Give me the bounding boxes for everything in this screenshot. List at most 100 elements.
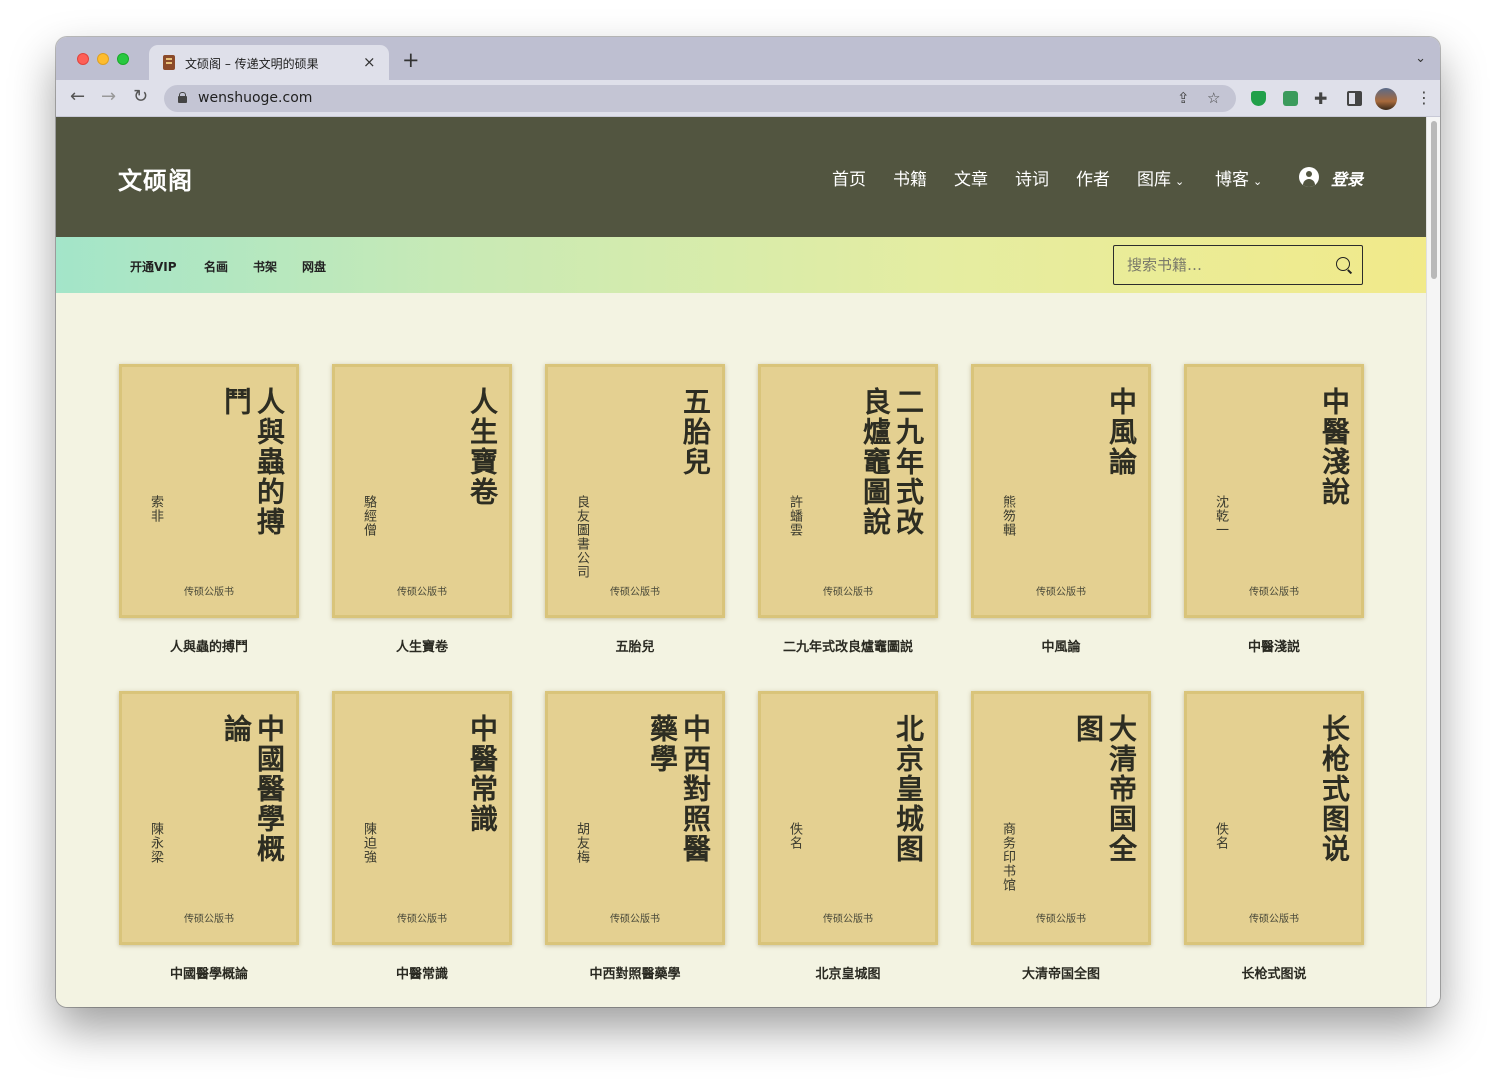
nav-home[interactable]: 首页: [832, 165, 866, 190]
book-cover[interactable]: 人生寶卷 駱經僧 传硕公版书: [332, 364, 512, 618]
cover-title: 北京皇城图: [892, 714, 925, 864]
book-title-link[interactable]: 北京皇城图: [758, 963, 938, 982]
cover-author: 熊笏輯: [1000, 495, 1015, 537]
book-cover[interactable]: 五胎兒 良友圖書公司 传硕公版书: [545, 364, 725, 618]
share-icon[interactable]: ⇪: [1177, 89, 1190, 107]
cover-publisher: 传硕公版书: [1249, 587, 1299, 598]
nav-blog-label: 博客: [1215, 170, 1249, 190]
nav-authors[interactable]: 作者: [1076, 165, 1110, 190]
book-title-link[interactable]: 五胎兒: [545, 636, 725, 655]
cover-publisher: 传硕公版书: [397, 587, 447, 598]
cover-publisher: 传硕公版书: [184, 587, 234, 598]
back-button[interactable]: ←: [70, 87, 85, 107]
cover-publisher: 传硕公版书: [397, 914, 447, 925]
cover-title: 中國醫學概論: [220, 714, 286, 864]
tab-search-chevron-icon[interactable]: ⌄: [1415, 51, 1426, 66]
nav-blog[interactable]: 博客 ⌄: [1215, 165, 1262, 190]
book-title-link[interactable]: 大清帝国全图: [971, 963, 1151, 982]
cover-author: 沈乾一: [1213, 495, 1228, 537]
book-cover[interactable]: 长枪式图说 佚名 传硕公版书: [1184, 691, 1364, 945]
paintings-link[interactable]: 名画: [204, 258, 228, 275]
book-cover[interactable]: 中醫常識 陳迫強 传硕公版书: [332, 691, 512, 945]
cover-publisher: 传硕公版书: [1036, 587, 1086, 598]
side-panel-icon[interactable]: [1347, 91, 1362, 106]
profile-avatar[interactable]: [1375, 88, 1397, 110]
book-cover[interactable]: 中國醫學概論 陳永梁 传硕公版书: [119, 691, 299, 945]
book-title-link[interactable]: 中國醫學概論: [119, 963, 299, 982]
green-extension-icon[interactable]: [1283, 91, 1298, 106]
nav-gallery-label: 图库: [1137, 170, 1171, 190]
browser-menu-icon[interactable]: ⋮: [1416, 88, 1432, 108]
chevron-down-icon: ⌄: [1253, 175, 1263, 188]
book-title-link[interactable]: 中醫淺説: [1184, 636, 1364, 655]
shield-extension-icon[interactable]: [1251, 91, 1266, 106]
book-title-link[interactable]: 中醫常識: [332, 963, 512, 982]
cover-title: 二九年式改良爐竈圖說: [859, 387, 925, 537]
login-link[interactable]: 登录: [1331, 166, 1363, 190]
sub-navigation: 开通VIP 名画 书架 网盘: [56, 237, 1426, 293]
cover-publisher: 传硕公版书: [823, 914, 873, 925]
cover-author: 許蟠雲: [787, 495, 802, 537]
nav-gallery[interactable]: 图库 ⌄: [1137, 165, 1184, 190]
cover-author: 商务印书馆: [1000, 822, 1015, 892]
book-title-link[interactable]: 中風論: [971, 636, 1151, 655]
bookmark-star-icon[interactable]: ☆: [1207, 89, 1220, 107]
book-title-link[interactable]: 二九年式改良爐竈圖説: [758, 636, 938, 655]
book-cover[interactable]: 中西對照醫藥學 胡友梅 传硕公版书: [545, 691, 725, 945]
book-cover[interactable]: 中風論 熊笏輯 传硕公版书: [971, 364, 1151, 618]
search-icon[interactable]: [1336, 257, 1350, 271]
book-cover[interactable]: 人與蟲的搏鬥 索非 传硕公版书: [119, 364, 299, 618]
cover-title: 中西對照醫藥學: [646, 714, 712, 864]
nav-articles[interactable]: 文章: [954, 165, 988, 190]
forward-button[interactable]: →: [101, 87, 116, 107]
lock-icon[interactable]: [178, 92, 187, 103]
cover-author: 佚名: [1213, 822, 1228, 850]
minimize-window-button[interactable]: [97, 53, 109, 65]
address-bar[interactable]: wenshuoge.com ⇪ ☆: [164, 85, 1236, 112]
cover-title: 中風論: [1105, 387, 1138, 477]
maximize-window-button[interactable]: [117, 53, 129, 65]
page-scrollbar[interactable]: [1426, 117, 1440, 1007]
url-text[interactable]: wenshuoge.com: [198, 90, 312, 106]
user-icon[interactable]: [1299, 167, 1319, 187]
book-cover[interactable]: 中醫淺說 沈乾一 传硕公版书: [1184, 364, 1364, 618]
book-title-link[interactable]: 人生寶卷: [332, 636, 512, 655]
cover-publisher: 传硕公版书: [610, 587, 660, 598]
reload-button[interactable]: ↻: [133, 87, 148, 107]
scrollbar-thumb[interactable]: [1431, 121, 1437, 279]
book-title-link[interactable]: 中西對照醫藥學: [545, 963, 725, 982]
cover-author: 佚名: [787, 822, 802, 850]
extensions-puzzle-icon[interactable]: ✚: [1314, 89, 1327, 108]
vip-link[interactable]: 开通VIP: [130, 258, 177, 275]
search-input[interactable]: [1115, 247, 1325, 283]
site-logo[interactable]: 文硕阁: [118, 161, 193, 196]
book-cover[interactable]: 大清帝国全图 商务印书馆 传硕公版书: [971, 691, 1151, 945]
cover-publisher: 传硕公版书: [1036, 914, 1086, 925]
cover-title: 人生寶卷: [466, 387, 499, 507]
book-title-link[interactable]: 人與蟲的搏鬥: [119, 636, 299, 655]
cover-publisher: 传硕公版书: [1249, 914, 1299, 925]
nav-poetry[interactable]: 诗词: [1015, 165, 1049, 190]
cover-author: 索非: [148, 495, 163, 523]
chevron-down-icon: ⌄: [1175, 175, 1185, 188]
bookshelf-link[interactable]: 书架: [253, 258, 277, 275]
new-tab-button[interactable]: +: [402, 50, 420, 71]
book-cover[interactable]: 二九年式改良爐竈圖說 許蟠雲 传硕公版书: [758, 364, 938, 618]
cover-title: 人與蟲的搏鬥: [220, 387, 286, 537]
cover-title: 中醫淺說: [1318, 387, 1351, 507]
book-cover[interactable]: 北京皇城图 佚名 传硕公版书: [758, 691, 938, 945]
site-header: 文硕阁 首页 书籍 文章 诗词 作者 图库 ⌄ 博客 ⌄ 登录: [56, 117, 1426, 237]
cover-author: 陳迫強: [361, 822, 376, 864]
netdisk-link[interactable]: 网盘: [302, 258, 326, 275]
close-window-button[interactable]: [77, 53, 89, 65]
close-tab-icon[interactable]: ×: [363, 53, 376, 71]
cover-author: 胡友梅: [574, 822, 589, 864]
cover-title: 五胎兒: [679, 387, 712, 477]
nav-books[interactable]: 书籍: [893, 165, 927, 190]
browser-tab[interactable]: 文硕阁 – 传递文明的硕果 ×: [149, 45, 389, 80]
browser-toolbar: ← → ↻ wenshuoge.com ⇪ ☆ ✚ ⋮: [56, 80, 1440, 117]
cover-publisher: 传硕公版书: [610, 914, 660, 925]
cover-title: 大清帝国全图: [1072, 714, 1138, 864]
book-title-link[interactable]: 长枪式图说: [1184, 963, 1364, 982]
cover-author: 良友圖書公司: [574, 495, 589, 579]
